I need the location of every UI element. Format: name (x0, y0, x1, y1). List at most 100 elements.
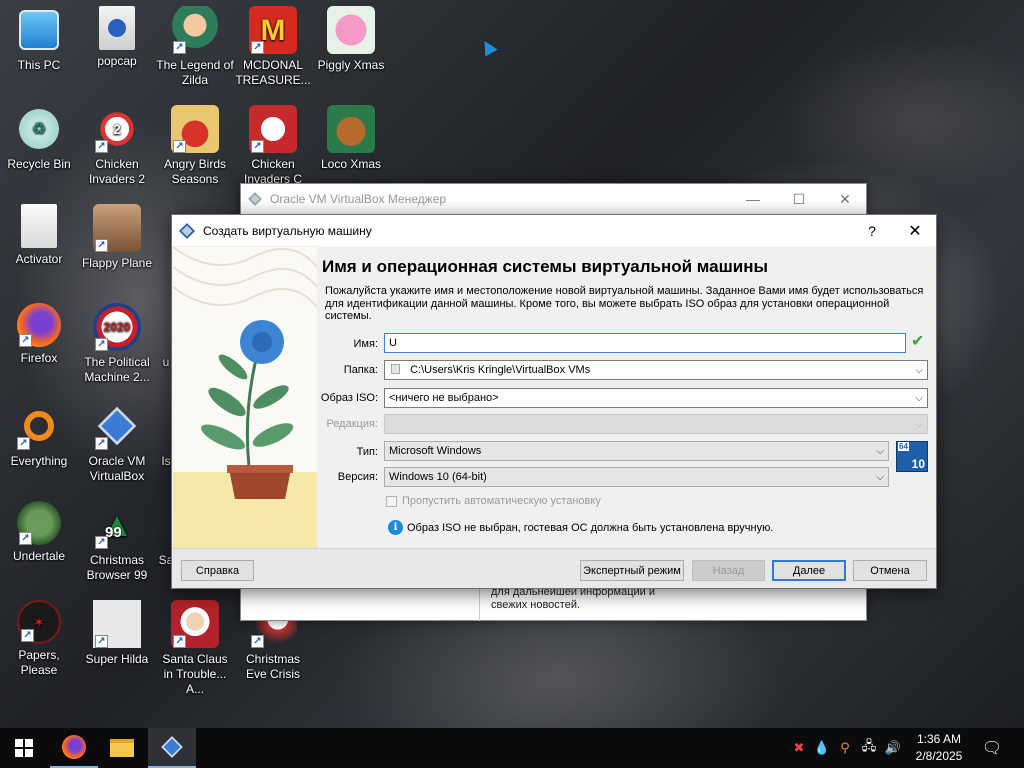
taskbar-clock[interactable]: 1:36 AM 2/8/2025 (906, 731, 972, 765)
folder-select[interactable]: C:\Users\Kris Kringle\VirtualBox VMs ⌵ (384, 360, 928, 380)
chevron-down-icon: ⌵ (915, 419, 923, 430)
desktop-icon-recycle-bin[interactable]: ♻ Recycle Bin (0, 105, 78, 172)
firefox-icon (62, 735, 86, 759)
shortcut-arrow-icon: ↗ (95, 437, 108, 450)
taskbar: ✖ 💧 ⚲ 🖧 🔊 1:36 AM 2/8/2025 🗨 (0, 728, 1024, 768)
shortcut-arrow-icon: ↗ (95, 536, 108, 549)
help-icon[interactable]: ? (852, 215, 892, 246)
desktop-icon-santa-claus[interactable]: ↗ Santa Claus in Trouble... A... (156, 600, 234, 697)
page-title: Имя и операционная системы виртуальной м… (322, 257, 768, 276)
checkbox-box (386, 495, 397, 507)
info-icon: i (388, 520, 403, 535)
tray-drop-icon[interactable]: 💧 (812, 728, 832, 768)
flappy-plane-icon: ↗ (93, 204, 141, 252)
taskbar-file-explorer[interactable] (98, 728, 146, 768)
close-icon[interactable]: ✕ (892, 215, 938, 246)
manager-welcome-text: для дальнейшей информации и свежих новос… (491, 586, 655, 611)
firefox-icon: ↗ (17, 303, 61, 347)
page-description: Пожалуйста укажите имя и местоположение … (325, 285, 924, 322)
desktop-icon-undertale[interactable]: ↗ Undertale (0, 501, 78, 564)
taskbar-firefox[interactable] (50, 728, 98, 768)
clock-time: 1:36 AM (916, 732, 962, 746)
version-select-value: Windows 10 (64-bit) (389, 471, 487, 483)
desktop-icon-legend-of-zilda[interactable]: ↗ The Legend of Zilda (156, 6, 234, 88)
type-select[interactable]: Microsoft Windows ⌵ (384, 441, 889, 461)
iso-label: Образ ISO: (320, 392, 378, 404)
virtualbox-logo-icon (179, 222, 195, 239)
type-label: Тип: (356, 446, 378, 458)
tray-network-icon[interactable]: 🖧 (858, 728, 880, 768)
virtualbox-icon (161, 736, 183, 758)
super-hilda-icon: ↗ (93, 600, 141, 648)
expert-mode-button[interactable]: Экспертный режим (580, 560, 684, 581)
bear-icon (327, 105, 375, 153)
shortcut-arrow-icon: ↗ (251, 635, 264, 648)
taskbar-virtualbox[interactable] (148, 728, 196, 768)
windows-logo-icon (15, 739, 33, 757)
shortcut-arrow-icon: ↗ (251, 41, 264, 54)
minimize-icon[interactable]: — (730, 184, 776, 214)
version-label: Версия: (337, 471, 378, 483)
edition-select: ⌵ (384, 414, 928, 434)
desktop-icon-loco-xmas[interactable]: Loco Xmas (312, 105, 390, 172)
virtualbox-icon: ↗ (93, 402, 141, 450)
desktop-icon-mcdonal-treasure[interactable]: M ↗ MCDONAL TREASURE... (234, 6, 312, 88)
desktop-icon-chicken-invaders-2[interactable]: 2 ↗ Chicken Invaders 2 (78, 105, 156, 187)
desktop-icon-papers-please[interactable]: ✶ ↗ Papers, Please (0, 600, 78, 678)
desktop-icon-everything[interactable]: ↗ Everything (0, 402, 78, 469)
skip-unattended-checkbox: Пропустить автоматическую установку (386, 495, 601, 507)
shortcut-arrow-icon: ↗ (17, 437, 30, 450)
desktop-icon-political-machine[interactable]: 2020 ↗ The Political Machine 2... (78, 303, 156, 385)
skip-unattended-label: Пропустить автоматическую установку (402, 495, 601, 507)
version-select[interactable]: Windows 10 (64-bit) ⌵ (384, 467, 889, 487)
notification-center-icon[interactable]: 🗨 (978, 728, 1006, 768)
next-button[interactable]: Далее (772, 560, 846, 581)
iso-select-value: <ничего не выбрано> (389, 392, 499, 404)
angry-birds-icon: ↗ (171, 105, 219, 153)
folder-icon (21, 204, 57, 248)
desktop-icon-this-pc[interactable]: This PC (0, 6, 78, 73)
tray-volume-icon[interactable]: 🔊 (882, 728, 904, 768)
manager-title-bar: Oracle VM VirtualBox Менеджер — ☐ ✕ (241, 184, 866, 214)
create-vm-dialog: Создать виртуальную машину ? ✕ Имя и опе… (171, 214, 937, 589)
shortcut-arrow-icon: ↗ (95, 338, 108, 351)
snowman-icon: ↗ (249, 105, 297, 153)
desktop-icon-virtualbox[interactable]: ↗ Oracle VM VirtualBox (78, 402, 156, 484)
desktop-icon-flappy-plane[interactable]: ↗ Flappy Plane (78, 204, 156, 271)
back-button: Назад (692, 560, 765, 581)
edition-label: Редакция: (326, 418, 378, 430)
pig-icon (327, 6, 375, 54)
start-button[interactable] (0, 728, 48, 768)
info-message: i Образ ISO не выбран, гостевая ОС должн… (388, 520, 773, 535)
political-machine-icon: 2020 ↗ (93, 303, 141, 351)
desktop-icon-popcap[interactable]: popcap (78, 6, 156, 69)
windows-10-os-icon: 64 10 (896, 441, 928, 472)
folder-select-value: C:\Users\Kris Kringle\VirtualBox VMs (410, 364, 591, 376)
desktop-icon-chicken-invaders-c[interactable]: ↗ Chicken Invaders C (234, 105, 312, 187)
virtualbox-logo-icon (248, 192, 262, 206)
tray-network-error-icon[interactable]: ✖ (788, 728, 810, 768)
desktop-icon-super-hilda[interactable]: ↗ Super Hilda (78, 600, 156, 667)
shortcut-arrow-icon: ↗ (19, 532, 32, 545)
tray-search-everything-icon[interactable]: ⚲ (834, 728, 856, 768)
name-input-value: U (389, 337, 397, 349)
folder-icon (391, 364, 400, 374)
iso-select[interactable]: <ничего не выбрано> ⌵ (384, 388, 928, 408)
dialog-title-bar: Создать виртуальную машину ? ✕ (172, 215, 936, 246)
name-input[interactable]: U (384, 333, 906, 353)
desktop-icon-firefox[interactable]: ↗ Firefox (0, 303, 78, 366)
wizard-illustration (173, 247, 317, 549)
chicken-icon: 2 ↗ (93, 105, 141, 153)
zilda-icon: ↗ (171, 6, 219, 54)
papers-please-icon: ✶ ↗ (17, 600, 61, 644)
desktop-icon-christmas-browser-99[interactable]: ▲ 99 ↗ Christmas Browser 99 (78, 501, 156, 583)
desktop-icon-piggly-xmas[interactable]: Piggly Xmas (312, 6, 390, 73)
shortcut-arrow-icon: ↗ (173, 635, 186, 648)
help-button[interactable]: Справка (181, 560, 254, 581)
folder-icon (110, 739, 134, 757)
desktop-icon-activator[interactable]: Activator (0, 204, 78, 267)
maximize-icon[interactable]: ☐ (776, 184, 822, 214)
close-icon[interactable]: ✕ (822, 184, 868, 214)
desktop-icon-angry-birds-seasons[interactable]: ↗ Angry Birds Seasons (156, 105, 234, 187)
cancel-button[interactable]: Отмена (853, 560, 927, 581)
